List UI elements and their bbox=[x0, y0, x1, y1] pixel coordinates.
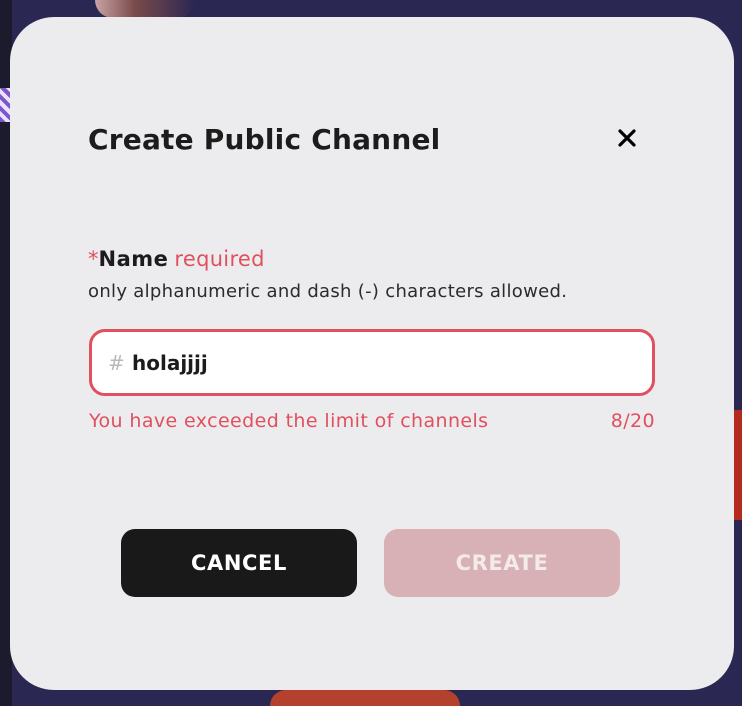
background-artwork-bottom bbox=[270, 690, 460, 706]
create-button[interactable]: CREATE bbox=[384, 529, 620, 597]
dialog-title: Create Public Channel bbox=[88, 123, 441, 156]
validation-row: You have exceeded the limit of channels … bbox=[89, 410, 655, 432]
character-counter: 8/20 bbox=[610, 410, 655, 432]
name-hint: only alphanumeric and dash (-) character… bbox=[88, 281, 568, 302]
required-indicator: required bbox=[174, 247, 265, 271]
channel-name-field: # bbox=[89, 329, 655, 396]
required-asterisk: * bbox=[88, 247, 99, 271]
name-label: Name bbox=[98, 247, 169, 271]
name-field-label: *Name required bbox=[88, 247, 265, 271]
close-button[interactable] bbox=[614, 125, 640, 151]
create-channel-dialog: Create Public Channel *Name required only… bbox=[10, 17, 734, 690]
background-accent-left bbox=[0, 88, 10, 122]
cancel-button[interactable]: CANCEL bbox=[121, 529, 357, 597]
error-message: You have exceeded the limit of channels bbox=[89, 410, 489, 432]
background-artwork-top bbox=[95, 0, 195, 18]
close-icon bbox=[618, 129, 636, 147]
hash-prefix-icon: # bbox=[108, 350, 125, 375]
channel-name-input[interactable] bbox=[132, 350, 612, 375]
